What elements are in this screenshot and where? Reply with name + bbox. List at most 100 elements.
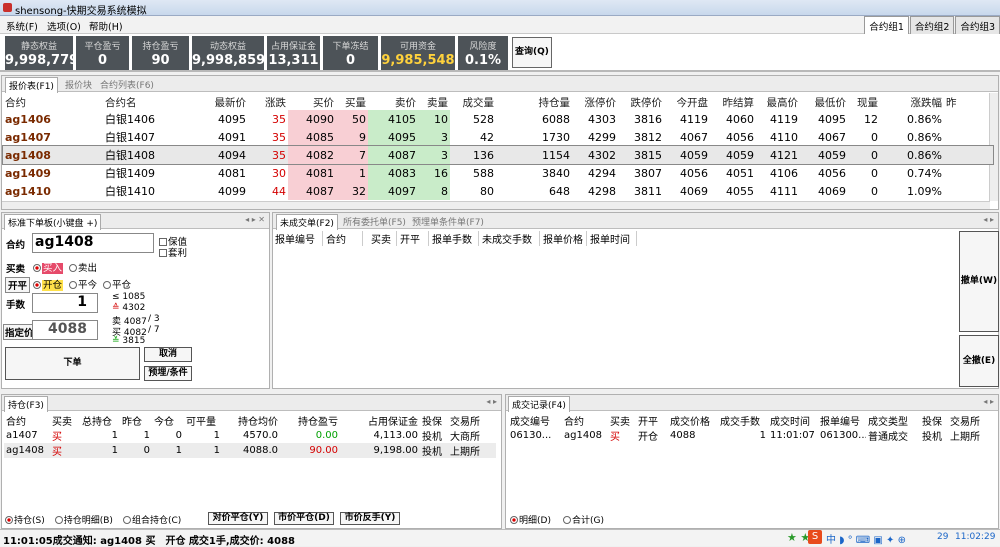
pos-col-header[interactable]: 买卖 [50,413,80,428]
pending-col-header[interactable]: 报单编号 [275,231,323,246]
quote-col-header[interactable]: 最低价 [800,94,848,110]
quote-col-header[interactable]: 合约名 [103,94,183,110]
tab-all-orders[interactable]: 所有委托单(F5) [340,214,409,229]
quote-row[interactable]: ag1408 白银1408 4094 35 4082 7 4087 3 136 1154 4302 3… [2,145,994,165]
offset-label[interactable]: 开平 [5,277,31,293]
quote-col-header[interactable]: 昨结算 [710,94,756,110]
pos-col-header[interactable]: 占用保证金 [340,413,420,428]
positions-radio[interactable]: 持仓(S) [5,513,45,526]
trade-total-radio[interactable]: 合计(G) [562,513,604,526]
trade-col-header[interactable]: 成交类型 [866,413,920,428]
trade-col-header[interactable]: 成交编号 [508,413,562,428]
ime-icon[interactable]: S [808,530,822,544]
tab-contract-group-3[interactable]: 合约组3 [955,16,1000,35]
quote-col-header[interactable]: 卖量 [418,94,450,110]
price-stepper[interactable]: 4088 [32,320,98,340]
panel-arrows-icon[interactable]: ◂ ▸ [983,397,994,406]
pos-col-header[interactable]: 交易所 [448,413,496,428]
panel-arrows-icon[interactable]: ◂ ▸ ✕ [245,215,265,224]
trade-col-header[interactable]: 报单编号 [818,413,866,428]
trade-detail-radio[interactable]: 明细(D) [510,513,551,526]
quote-col-header[interactable]: 涨跌幅 [880,94,944,110]
close-today-radio[interactable]: 平今 [69,277,97,291]
trade-col-header[interactable]: 开平 [636,413,668,428]
buy-radio[interactable]: 买入 [33,260,64,274]
pending-col-header[interactable]: 未成交手数 [479,231,540,246]
quote-col-header[interactable]: 今开盘 [664,94,710,110]
quote-col-header[interactable]: 买价 [288,94,336,110]
tray-icons[interactable]: 中 ◗ ° ⌨ ▣ ✦ ⊕ [826,531,906,546]
cancel-button[interactable]: 取消 [144,347,192,362]
trade-col-header[interactable]: 合约 [562,413,608,428]
sell-radio[interactable]: 卖出 [69,260,97,274]
market-reverse-button[interactable]: 市价反手(Y) [340,512,400,525]
menu-options[interactable]: 选项(O) [47,19,81,33]
position-row[interactable]: ag1408 买 1 0 1 1 4088.0 90.00 9,198.00 投机 上期所 [4,443,496,458]
trade-row[interactable]: 06130... ag1408 买 开仓 4088 1 11:01:07 061300... 普… [508,428,996,443]
pos-col-header[interactable]: 昨仓 [120,413,152,428]
pending-col-header[interactable]: 买卖 [363,231,397,246]
panel-arrows-icon[interactable]: ◂ ▸ [486,397,497,406]
tab-contract-list[interactable]: 合约列表(F6) [97,77,157,92]
market-close-button[interactable]: 市价平仓(D) [274,512,334,525]
trade-col-header[interactable]: 成交价格 [668,413,718,428]
quote-col-header[interactable]: 跌停价 [618,94,664,110]
tab-contract-group-2[interactable]: 合约组2 [909,16,955,35]
submit-order-button[interactable]: 下单 [5,347,140,380]
quote-hscrollbar[interactable] [2,201,990,209]
preset-condition-button[interactable]: 预埋/条件 [144,366,192,381]
quote-col-header[interactable]: 最新价 [183,94,248,110]
pending-col-header[interactable]: 报单价格 [540,231,587,246]
quote-row[interactable]: ag1406 白银1406 4095 35 4090 50 4105 10 528 6088 430… [3,110,993,128]
pos-col-header[interactable]: 可平量 [184,413,222,428]
quote-row[interactable]: ag1409 白银1409 4081 30 4081 1 4083 16 588 3840 4294… [3,164,993,182]
trade-col-header[interactable]: 投保 [920,413,948,428]
panel-arrows-icon[interactable]: ◂ ▸ [983,215,994,224]
quote-col-header[interactable]: 成交量 [450,94,496,110]
quote-col-header[interactable]: 现量 [848,94,880,110]
tab-trade-records[interactable]: 成交记录(F4) [508,396,570,412]
trade-col-header[interactable]: 交易所 [948,413,996,428]
combo-position-radio[interactable]: 组合持仓(C) [122,513,181,526]
query-button[interactable]: 查询(Q) [512,37,552,68]
pos-col-header[interactable]: 投保 [420,413,448,428]
open-radio[interactable]: 开仓 [33,277,64,291]
close-radio[interactable]: 平仓 [103,277,131,291]
arbitrage-checkbox[interactable]: 套利 [159,245,187,259]
tab-preset-orders[interactable]: 预埋单条件单(F7) [409,214,487,229]
counter-price-close-button[interactable]: 对价平仓(Y) [208,512,268,525]
tab-quote-table[interactable]: 报价表(F1) [5,77,58,93]
tab-standard-order[interactable]: 标准下单板(小键盘 +) [4,214,102,230]
cancel-order-button[interactable]: 撤单(W) [959,231,999,332]
trade-col-header[interactable]: 成交时间 [768,413,818,428]
quantity-stepper[interactable]: 1 [32,293,98,313]
pending-col-header[interactable]: 合约 [323,231,363,246]
pending-col-header[interactable]: 开平 [397,231,429,246]
tab-positions[interactable]: 持仓(F3) [4,396,48,412]
quote-col-header[interactable]: 最高价 [756,94,800,110]
pos-col-header[interactable]: 合约 [4,413,50,428]
pos-col-header[interactable]: 今仓 [152,413,184,428]
pending-col-header[interactable]: 报单手数 [429,231,479,246]
quote-col-header[interactable]: 卖价 [368,94,418,110]
quote-row[interactable]: ag1407 白银1407 4091 35 4085 9 4095 3 42 1730 4299 38… [3,128,993,146]
tab-unfilled-orders[interactable]: 未成交单(F2) [276,214,338,230]
tab-quote-block[interactable]: 报价块 [62,77,95,92]
pos-col-header[interactable]: 总持仓 [80,413,120,428]
price-type-button[interactable]: 指定价 [3,324,36,340]
quote-col-header[interactable]: 昨 [944,94,993,110]
quote-col-header[interactable]: 涨跌 [248,94,288,110]
trade-col-header[interactable]: 买卖 [608,413,636,428]
quote-row[interactable]: ag1410 白银1410 4099 44 4087 32 4097 8 80 648 4298 38… [3,182,993,200]
quote-col-header[interactable]: 涨停价 [572,94,618,110]
quote-col-header[interactable]: 持仓量 [496,94,572,110]
cancel-all-button[interactable]: 全撤(E) [959,335,999,387]
tab-contract-group-1[interactable]: 合约组1 [864,16,909,35]
position-detail-radio[interactable]: 持仓明细(B) [54,513,113,526]
pending-col-header[interactable]: 报单时间 [587,231,637,246]
position-row[interactable]: a1407 买 1 1 0 1 4570.0 0.00 4,113.00 投机 大商所 [4,428,496,443]
menu-system[interactable]: 系统(F) [6,19,38,33]
trade-col-header[interactable]: 成交手数 [718,413,768,428]
contract-input[interactable]: ag1408 [32,233,154,253]
pos-col-header[interactable]: 持仓盈亏 [280,413,340,428]
